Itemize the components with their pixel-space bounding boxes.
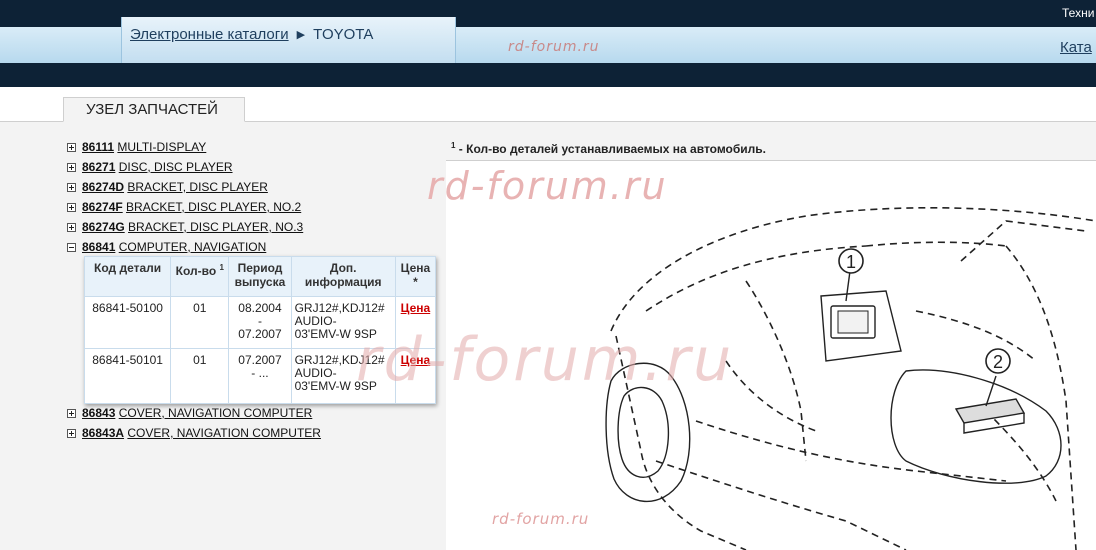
header-watermark: rd-forum.ru <box>508 39 600 55</box>
tree-item-code[interactable]: 86111 <box>82 140 114 154</box>
tree-item-86843[interactable]: 86843 COVER, NAVIGATION COMPUTER <box>67 406 312 420</box>
col-header-code: Код детали <box>83 255 172 298</box>
expand-icon[interactable] <box>67 163 76 172</box>
tree-item-code[interactable]: 86843A <box>82 426 124 440</box>
col-header-period: Период выпуска <box>228 255 292 298</box>
tree-item-code[interactable]: 86841 <box>82 240 115 254</box>
collapse-icon[interactable] <box>67 243 76 252</box>
tree-item-86843a[interactable]: 86843A COVER, NAVIGATION COMPUTER <box>67 426 321 440</box>
callout-2-label: 2 <box>993 352 1003 372</box>
tree-item-code[interactable]: 86274G <box>82 220 125 234</box>
tab-parts-assembly[interactable]: УЗЕЛ ЗАПЧАСТЕЙ <box>63 97 245 122</box>
breadcrumb-arrow-icon: ▶ <box>296 29 306 41</box>
tree-item-86274g[interactable]: 86274G BRACKET, DISC PLAYER, NO.3 <box>67 220 303 234</box>
nav-band <box>0 63 1096 87</box>
cell-code: 86841-50100 <box>83 296 172 350</box>
tree-item-name[interactable]: COVER, NAVIGATION COMPUTER <box>127 426 321 440</box>
tree-item-name[interactable]: DISC, DISC PLAYER <box>119 160 233 174</box>
top-right-link[interactable]: Техни <box>1062 6 1094 20</box>
tree-item-name[interactable]: COMPUTER, NAVIGATION <box>119 240 267 254</box>
cell-qty: 01 <box>170 296 230 350</box>
expand-icon[interactable] <box>67 183 76 192</box>
tree-item-86274d[interactable]: 86274D BRACKET, DISC PLAYER <box>67 180 268 194</box>
tree-item-86274f[interactable]: 86274F BRACKET, DISC PLAYER, NO.2 <box>67 200 301 214</box>
tree-item-name[interactable]: BRACKET, DISC PLAYER, NO.2 <box>126 200 301 214</box>
cell-code: 86841-50101 <box>83 348 172 404</box>
price-link[interactable]: Цена <box>401 301 431 315</box>
table-header-row: Код детали Кол-во 1 Период выпуска Доп. ин… <box>83 255 437 298</box>
breadcrumb-catalogs-link[interactable]: Электронные каталоги <box>130 26 289 43</box>
watermark-mid: rd-forum.ru <box>427 164 668 208</box>
watermark-bottom: rd-forum.ru <box>492 510 590 528</box>
tree-item-code[interactable]: 86274D <box>82 180 124 194</box>
tree-item-name[interactable]: MULTI-DISPLAY <box>117 140 206 154</box>
tree-item-code[interactable]: 86271 <box>82 160 115 174</box>
tree-item-code[interactable]: 86274F <box>82 200 123 214</box>
expand-icon[interactable] <box>67 429 76 438</box>
expand-icon[interactable] <box>67 409 76 418</box>
expand-icon[interactable] <box>67 203 76 212</box>
breadcrumb: Электронные каталоги ▶ TOYOTA <box>130 26 373 43</box>
tree-item-86271[interactable]: 86271 DISC, DISC PLAYER <box>67 160 233 174</box>
col-header-qty: Кол-во 1 <box>170 255 230 298</box>
breadcrumb-current: TOYOTA <box>313 26 374 43</box>
expand-icon[interactable] <box>67 143 76 152</box>
catalog-link[interactable]: Ката <box>1060 39 1092 56</box>
callout-1-label: 1 <box>846 252 856 272</box>
col-header-price: Цена * <box>394 255 437 298</box>
tree-item-name[interactable]: BRACKET, DISC PLAYER, NO.3 <box>128 220 303 234</box>
watermark-big: rd-forum.ru <box>356 325 735 395</box>
tree-item-86111[interactable]: 86111 MULTI-DISPLAY <box>67 140 206 154</box>
page: Техни Электронные каталоги ▶ TOYOTA rd-for… <box>0 0 1096 550</box>
cell-period: 07.2007- ... <box>228 348 292 404</box>
tree-item-code[interactable]: 86843 <box>82 406 115 420</box>
cell-qty: 01 <box>170 348 230 404</box>
cell-period: 08.2004-07.2007 <box>228 296 292 350</box>
tree-item-name[interactable]: COVER, NAVIGATION COMPUTER <box>119 406 313 420</box>
col-header-info: Доп. информация <box>290 255 396 298</box>
quantity-footnote: 1 - Кол-во деталей устанавливаемых на ав… <box>451 141 766 156</box>
tree-item-name[interactable]: BRACKET, DISC PLAYER <box>127 180 267 194</box>
expand-icon[interactable] <box>67 223 76 232</box>
tree-item-86841[interactable]: 86841 COMPUTER, NAVIGATION <box>67 240 266 254</box>
